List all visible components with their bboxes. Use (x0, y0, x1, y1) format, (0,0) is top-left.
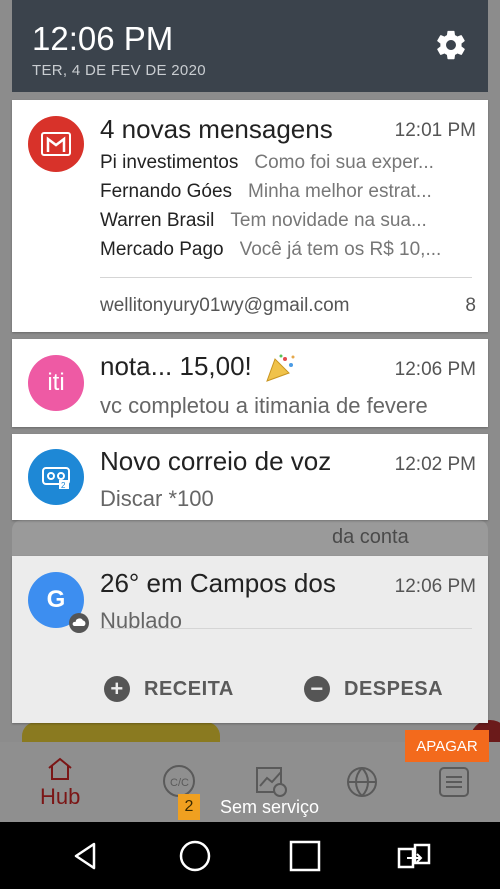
google-text: Nublado (100, 608, 182, 633)
voicemail-text: Discar *100 (100, 486, 214, 511)
svg-text:2: 2 (61, 481, 66, 490)
divider (100, 628, 472, 629)
iti-notification[interactable]: iti nota... 15,00! 12:06 PM vc completou… (12, 339, 488, 427)
message-preview: Você já tem os R$ 10,... (239, 239, 442, 260)
clock: 12:06 PM (32, 20, 174, 57)
list-icon (439, 767, 469, 797)
nav-accounts[interactable]: C/C (162, 764, 196, 798)
svg-text:C/C: C/C (170, 777, 189, 789)
dual-window-icon[interactable] (396, 838, 432, 874)
plus-icon: + (104, 676, 130, 702)
iti-text: vc completou a itimania de fevere (100, 393, 428, 418)
message-row: Fernando Góes Minha melhor estrat... (100, 181, 476, 203)
voicemail-icon: 2 (42, 467, 70, 490)
message-row: Warren Brasil Tem novidade na sua... (100, 210, 476, 232)
background-partial-text: da conta (332, 526, 409, 548)
voicemail-title: Novo correio de voz (100, 446, 332, 476)
clear-all-button[interactable]: APAGAR (405, 730, 489, 762)
google-time: 12:06 PM (394, 576, 476, 597)
gmail-count: 8 (465, 295, 476, 316)
despesa-button[interactable]: − DESPESA (304, 676, 443, 702)
globe-icon (347, 767, 377, 797)
account-icon: C/C (163, 765, 195, 797)
nav-hub-label: Hub (40, 784, 81, 809)
google-title: 26° em Campos dos (100, 568, 336, 598)
iti-time: 12:06 PM (394, 359, 476, 380)
home-icon (48, 757, 72, 780)
message-sender: Mercado Pago (100, 239, 224, 260)
nav-investments[interactable] (254, 764, 288, 798)
gmail-avatar (28, 116, 84, 172)
network-status-text: Sem serviço (220, 796, 320, 817)
despesa-label: DESPESA (344, 677, 444, 700)
message-preview: Minha melhor estrat... (248, 181, 432, 202)
receita-button[interactable]: + RECEITA (104, 676, 234, 702)
recents-icon[interactable] (287, 838, 323, 874)
gmail-icon (41, 132, 71, 156)
nav-menu[interactable] (438, 766, 470, 798)
nav-globe[interactable] (346, 766, 378, 798)
message-sender: Pi investimentos (100, 152, 239, 173)
chart-money-icon (256, 767, 287, 797)
voicemail-avatar: 2 (28, 449, 84, 505)
nav-hub[interactable]: Hub (40, 756, 80, 810)
message-preview: Como foi sua exper... (254, 152, 434, 173)
iti-title-text: nota... 15,00! (100, 351, 252, 381)
system-nav-bar (0, 822, 500, 889)
network-status: 2 Sem serviço (178, 794, 319, 820)
date: TER, 4 DE FEV DE 2020 (32, 62, 206, 79)
back-icon[interactable] (68, 838, 104, 874)
message-row: Pi investimentos Como foi sua exper... (100, 152, 476, 174)
message-sender: Warren Brasil (100, 210, 215, 231)
message-sender: Fernando Góes (100, 181, 233, 202)
receita-label: RECEITA (144, 677, 234, 700)
settings-gear-icon[interactable] (434, 28, 468, 62)
message-row: Mercado Pago Você já tem os R$ 10,... (100, 239, 476, 261)
gmail-time: 12:01 PM (394, 120, 476, 141)
sim-indicator: 2 (178, 794, 200, 820)
divider (100, 277, 472, 278)
gmail-account: wellitonyury01wy@gmail.com (100, 295, 350, 316)
voicemail-time: 12:02 PM (394, 454, 476, 475)
iti-avatar: iti (28, 355, 84, 411)
cloud-badge-icon (69, 613, 89, 633)
gmail-title: 4 novas mensagens (100, 114, 333, 144)
iti-title: nota... 15,00! (100, 351, 297, 383)
gmail-notification[interactable]: 4 novas mensagens 12:01 PM Pi investimen… (12, 100, 488, 332)
minus-icon: − (304, 676, 330, 702)
home-button-icon[interactable] (177, 838, 213, 874)
notification-shade-header: 12:06 PM TER, 4 DE FEV DE 2020 (12, 0, 488, 92)
party-popper-icon (266, 354, 295, 382)
voicemail-notification[interactable]: 2 Novo correio de voz 12:02 PM Discar *1… (12, 434, 488, 520)
message-preview: Tem novidade na sua... (230, 210, 427, 231)
